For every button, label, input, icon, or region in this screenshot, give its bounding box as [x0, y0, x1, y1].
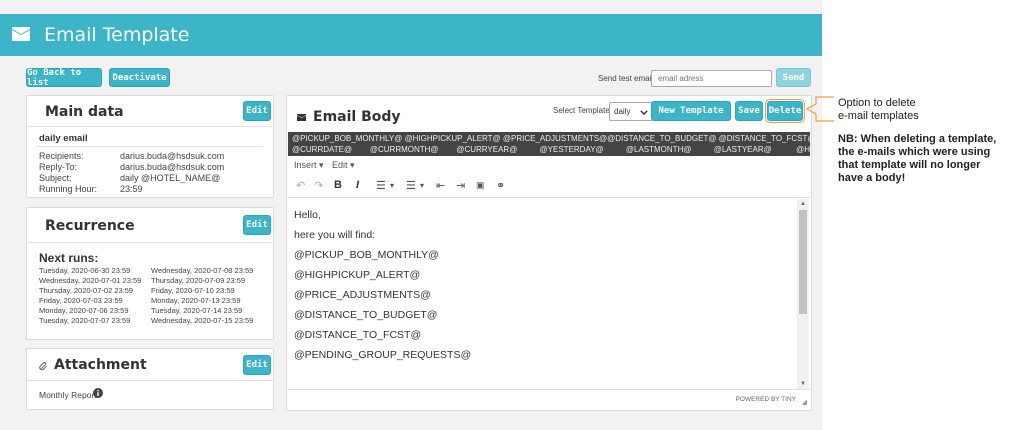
page-header: Email Template: [0, 14, 822, 56]
scrollbar-thumb[interactable]: [799, 210, 807, 314]
info-icon[interactable]: [93, 388, 103, 398]
save-button[interactable]: Save: [735, 101, 763, 121]
reply-to-label: Reply-To:: [39, 162, 78, 172]
annotation-note2: the e-mails which were using: [838, 146, 991, 158]
recipients-value: darius.buda@hsdsuk.com: [120, 151, 225, 161]
select-template-label: Select Template:: [553, 106, 612, 115]
envelope-icon: [297, 114, 306, 121]
edit-menu[interactable]: Edit ▾: [332, 160, 355, 171]
resize-handle-icon[interactable]: ◢: [802, 398, 807, 406]
next-runs-label: Next runs:: [39, 251, 99, 265]
running-hour-value: 23:59: [120, 184, 143, 194]
annotation-line1: Option to delete: [838, 97, 916, 109]
numbered-list-icon[interactable]: ☰: [406, 179, 416, 192]
next-run-item: Friday, 2020-07-10 23:59: [151, 286, 235, 295]
annotation-note1: NB: When deleting a template,: [838, 133, 997, 145]
editor-content[interactable]: Hello, here you will find: @PICKUP_BOB_M…: [288, 199, 797, 389]
delete-button[interactable]: Delete: [765, 99, 805, 123]
undo-icon[interactable]: ↶: [296, 179, 305, 192]
next-run-item: Wednesday, 2020-07-15 23:59: [151, 316, 254, 325]
image-icon[interactable]: ▣: [476, 180, 485, 191]
bold-icon[interactable]: B: [334, 179, 342, 191]
reply-to-value: darius.buda@hsdsuk.com: [120, 162, 225, 172]
powered-by-label[interactable]: POWERED BY TINY: [736, 396, 796, 403]
main-data-edit-button[interactable]: Edit: [243, 101, 271, 121]
next-run-item: Monday, 2020-07-06 23:59: [39, 306, 129, 315]
email-body-title: Email Body: [313, 109, 401, 125]
scroll-down-icon[interactable]: ▼: [800, 381, 806, 387]
recurrence-panel: Recurrence Edit Next runs: Tuesday, 2020…: [26, 207, 274, 340]
next-run-item: Tuesday, 2020-07-14 23:59: [151, 306, 243, 315]
indent-icon[interactable]: ⇥: [456, 179, 465, 192]
content-line: Hello,: [294, 209, 321, 221]
subject-value: daily @HOTEL_NAME@: [120, 173, 221, 183]
content-line: @PRICE_ADJUSTMENTS@: [294, 289, 431, 301]
deactivate-button[interactable]: Deactivate: [109, 68, 170, 87]
editor-scrollbar[interactable]: ▲ ▼: [797, 199, 809, 389]
recurrence-title: Recurrence: [45, 218, 135, 234]
subject-label: Subject:: [39, 173, 72, 183]
next-run-item: Friday, 2020-07-03 23:59: [39, 296, 123, 305]
send-button[interactable]: Send: [776, 68, 811, 87]
editor-statusbar: POWERED BY TINY ◢: [288, 389, 810, 409]
template-select-value: daily: [614, 107, 631, 116]
chevron-down-icon[interactable]: ▾: [420, 181, 424, 190]
editor-menubar: Insert ▾ Edit ▾: [288, 156, 810, 174]
test-email-input[interactable]: [651, 70, 772, 87]
annotation-line2: e-mail templates: [838, 110, 919, 122]
link-icon[interactable]: ⚭: [496, 179, 505, 192]
content-line: @DISTANCE_TO_FCST@: [294, 329, 422, 341]
attachment-item: Monthly Report: [39, 390, 97, 400]
redo-icon[interactable]: ↷: [314, 179, 323, 192]
next-run-item: Monday, 2020-07-13 23:59: [151, 296, 241, 305]
email-template-app: Email Template Go Back to list Deactivat…: [0, 0, 822, 430]
next-run-item: Wednesday, 2020-07-08 23:59: [151, 266, 254, 275]
template-select[interactable]: daily: [609, 102, 653, 121]
go-back-button[interactable]: Go Back to list: [26, 68, 102, 88]
content-line: here you will find:: [294, 229, 376, 241]
content-line: @PENDING_GROUP_REQUESTS@: [294, 349, 472, 361]
attachment-panel: Attachment Edit Monthly Report: [26, 348, 274, 410]
editor-toolbar: ↶ ↷ B I ☰ ▾ ☰ ▾ ⇤ ⇥ ▣ ⚭: [288, 176, 810, 198]
annotation-note3: that template will no longer: [838, 159, 981, 171]
attachment-edit-button[interactable]: Edit: [243, 355, 271, 375]
main-data-title: Main data: [45, 104, 124, 120]
attachment-title: Attachment: [54, 357, 147, 373]
content-line: @HIGHPICKUP_ALERT@: [294, 269, 421, 281]
next-run-item: Thursday, 2020-07-09 23:59: [151, 276, 246, 285]
send-test-label: Send test email:: [598, 74, 656, 83]
variables-line-1[interactable]: @PICKUP_BOB_MONTHLY@ @HIGHPICKUP_ALERT@ …: [292, 133, 810, 144]
insert-menu[interactable]: Insert ▾: [294, 160, 324, 171]
bullet-list-icon[interactable]: ☰: [376, 179, 386, 192]
running-hour-label: Running Hour:: [39, 184, 98, 194]
annotation-note4: have a body!: [838, 172, 906, 184]
template-variables-bar[interactable]: @PICKUP_BOB_MONTHLY@ @HIGHPICKUP_ALERT@ …: [288, 132, 810, 156]
paperclip-icon: [39, 362, 48, 371]
chevron-down-icon[interactable]: ▾: [390, 181, 394, 190]
italic-icon[interactable]: I: [356, 179, 359, 191]
recipients-label: Recipients:: [39, 151, 84, 161]
variables-line-2[interactable]: @CURRDATE@ @CURRMONTH@ @CURRYEAR@ @YESTE…: [292, 144, 810, 155]
new-template-button[interactable]: New Template: [651, 101, 731, 121]
next-run-item: Wednesday, 2020-07-01 23:59: [39, 276, 142, 285]
template-name: daily email: [39, 133, 88, 144]
outdent-icon[interactable]: ⇤: [436, 179, 445, 192]
scroll-up-icon[interactable]: ▲: [800, 201, 806, 207]
next-run-item: Tuesday, 2020-06-30 23:59: [39, 266, 131, 275]
callout-arrow: [806, 96, 834, 122]
main-data-panel: Main data Edit daily email Recipients: d…: [26, 95, 274, 198]
recurrence-edit-button[interactable]: Edit: [243, 215, 271, 235]
next-run-item: Tuesday, 2020-07-07 23:59: [39, 316, 131, 325]
chevron-down-icon: [640, 110, 648, 115]
envelope-icon: [12, 27, 30, 41]
next-run-item: Thursday, 2020-07-02 23:59: [39, 286, 134, 295]
content-line: @PICKUP_BOB_MONTHLY@: [294, 249, 439, 261]
content-line: @DISTANCE_TO_BUDGET@: [294, 309, 438, 321]
page-title: Email Template: [44, 24, 190, 46]
